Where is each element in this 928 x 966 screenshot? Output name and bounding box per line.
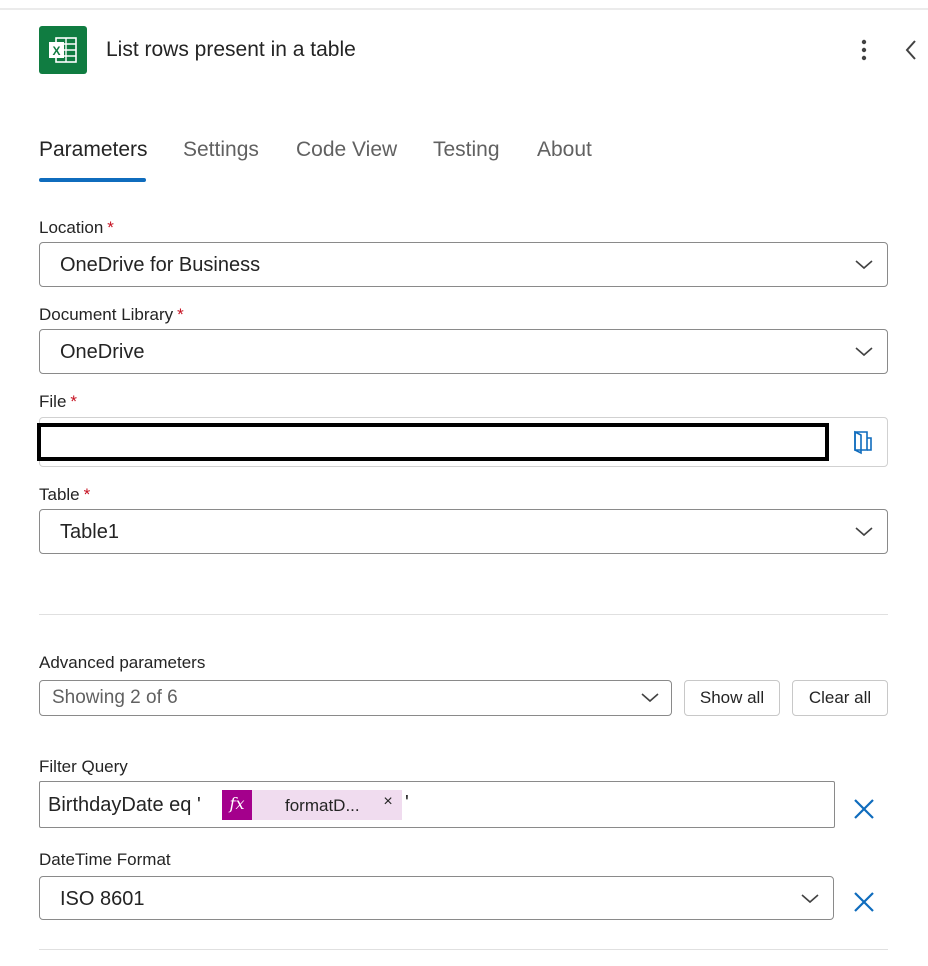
- table-label-text: Table: [39, 485, 80, 504]
- chevron-down-icon: [801, 894, 819, 904]
- location-label: Location *: [39, 218, 114, 238]
- remove-token-button[interactable]: ×: [378, 793, 398, 815]
- file-picker-button[interactable]: [851, 429, 875, 455]
- active-tab-indicator: [39, 178, 146, 182]
- tab-about[interactable]: About: [537, 138, 592, 162]
- svg-text:X: X: [52, 44, 60, 58]
- required-marker: *: [70, 392, 78, 411]
- advanced-parameters-value: Showing 2 of 6: [52, 687, 178, 708]
- chevron-down-icon: [855, 347, 873, 357]
- close-icon: [854, 799, 874, 819]
- location-value: OneDrive for Business: [60, 254, 261, 276]
- section-divider: [39, 614, 888, 615]
- advanced-parameters-label: Advanced parameters: [39, 653, 206, 672]
- file-label: File *: [39, 392, 77, 412]
- tab-settings[interactable]: Settings: [183, 138, 259, 162]
- table-label: Table *: [39, 485, 90, 505]
- clear-all-button[interactable]: Clear all: [792, 680, 888, 716]
- document-library-label-text: Document Library: [39, 305, 174, 324]
- location-label-text: Location: [39, 218, 104, 237]
- show-all-button[interactable]: Show all: [684, 680, 780, 716]
- file-label-text: File: [39, 392, 67, 411]
- close-icon: [854, 892, 874, 912]
- chevron-down-icon: [855, 527, 873, 537]
- chevron-down-icon: [641, 693, 659, 703]
- filter-query-label: Filter Query: [39, 757, 128, 776]
- excel-icon: X: [39, 26, 87, 74]
- page-title: List rows present in a table: [106, 38, 356, 61]
- tab-code-view[interactable]: Code View: [296, 138, 397, 162]
- more-options-button[interactable]: [852, 36, 876, 64]
- top-divider: [0, 8, 928, 10]
- remove-datetime-format-button[interactable]: [851, 889, 877, 915]
- table-dropdown[interactable]: Table1: [39, 509, 888, 554]
- table-value: Table1: [60, 521, 119, 543]
- expression-token[interactable]: fx formatD... ×: [222, 790, 402, 820]
- required-marker: *: [107, 218, 114, 237]
- remove-filter-query-button[interactable]: [851, 796, 877, 822]
- file-field: [37, 417, 888, 467]
- folder-open-icon: [854, 430, 872, 455]
- filter-query-suffix: ': [405, 792, 409, 814]
- required-marker: *: [83, 485, 91, 504]
- tab-testing[interactable]: Testing: [433, 138, 500, 162]
- file-input[interactable]: [37, 423, 829, 461]
- document-library-label: Document Library *: [39, 305, 184, 325]
- chevron-down-icon: [855, 260, 873, 270]
- datetime-format-dropdown[interactable]: ISO 8601: [39, 876, 834, 920]
- document-library-value: OneDrive: [60, 341, 145, 363]
- collapse-panel-button[interactable]: [900, 36, 922, 64]
- datetime-format-value: ISO 8601: [60, 888, 145, 910]
- document-library-dropdown[interactable]: OneDrive: [39, 329, 888, 374]
- section-divider-bottom: [39, 949, 888, 950]
- location-dropdown[interactable]: OneDrive for Business: [39, 242, 888, 287]
- required-marker: *: [177, 305, 184, 324]
- chevron-left-icon: [905, 40, 916, 60]
- filter-query-text: BirthdayDate eq ': [48, 794, 201, 816]
- function-icon: fx: [222, 790, 252, 820]
- expression-token-label: formatD...: [285, 796, 360, 815]
- datetime-format-label: DateTime Format: [39, 850, 171, 869]
- more-vertical-icon: [861, 39, 867, 61]
- filter-query-input[interactable]: BirthdayDate eq ' fx formatD... × ': [39, 781, 835, 828]
- tab-parameters[interactable]: Parameters: [39, 138, 148, 162]
- advanced-parameters-dropdown[interactable]: Showing 2 of 6: [39, 680, 672, 716]
